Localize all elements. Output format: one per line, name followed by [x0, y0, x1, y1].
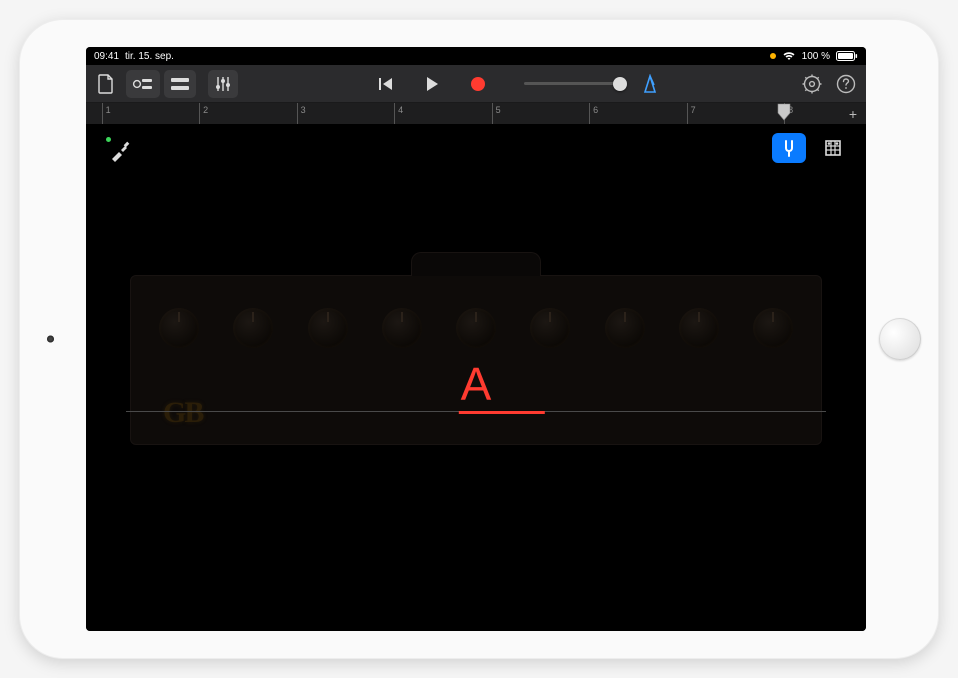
amp-logo: GB — [163, 396, 202, 430]
amp-knob[interactable] — [679, 308, 719, 348]
volume-thumb[interactable] — [613, 77, 627, 91]
browser-button[interactable] — [126, 70, 160, 98]
tuning-fork-icon — [779, 138, 799, 158]
ruler-bar: 5 — [492, 103, 501, 124]
tuner-pitch-indicator — [459, 411, 545, 414]
ruler-bar: 2 — [199, 103, 208, 124]
ruler-bar: 4 — [394, 103, 403, 124]
bar-number: 1 — [106, 105, 111, 115]
settings-button[interactable] — [798, 70, 826, 98]
wifi-icon — [782, 51, 796, 61]
input-monitoring-button[interactable] — [102, 133, 138, 169]
instrument-view: GB A — [86, 125, 866, 631]
rewind-icon — [378, 77, 394, 91]
bar-number: 3 — [301, 105, 306, 115]
tuner-detected-note: A — [461, 357, 492, 411]
amp-knob[interactable] — [753, 308, 793, 348]
tuner-tab[interactable] — [772, 133, 806, 163]
timeline-ruler[interactable]: 1 2 3 4 5 6 7 8 + — [86, 103, 866, 125]
playhead-marker[interactable] — [777, 103, 791, 117]
screen: 09:41 tir. 15. sep. 100 % — [86, 47, 866, 631]
document-icon — [97, 74, 115, 94]
ruler-bar: 3 — [297, 103, 306, 124]
status-date: tir. 15. sep. — [125, 51, 174, 62]
help-icon — [836, 74, 856, 94]
go-to-beginning-button[interactable] — [372, 70, 400, 98]
amp-knob[interactable] — [159, 308, 199, 348]
ipad-device-frame: 09:41 tir. 15. sep. 100 % — [19, 19, 939, 659]
amp-knob[interactable] — [233, 308, 273, 348]
my-songs-button[interactable] — [92, 70, 120, 98]
browser-icon — [132, 76, 154, 92]
mixer-icon — [214, 76, 232, 92]
amp-knob[interactable] — [605, 308, 645, 348]
bar-number: 5 — [496, 105, 501, 115]
amp-knob[interactable] — [382, 308, 422, 348]
chord-grid-icon — [823, 138, 843, 158]
ruler-bar: 7 — [687, 103, 696, 124]
amp-knob[interactable] — [308, 308, 348, 348]
metronome-button[interactable] — [636, 70, 664, 98]
record-icon — [471, 77, 485, 91]
help-button[interactable] — [832, 70, 860, 98]
ruler-bar: 6 — [589, 103, 598, 124]
battery-icon — [836, 51, 858, 61]
metronome-icon — [641, 74, 659, 94]
plus-label: + — [849, 106, 857, 122]
amp-knob[interactable] — [456, 308, 496, 348]
battery-percent: 100 % — [802, 51, 830, 62]
record-button[interactable] — [464, 70, 492, 98]
bar-number: 7 — [691, 105, 696, 115]
ruler-bar: 1 — [102, 103, 111, 124]
status-time: 09:41 — [94, 51, 119, 62]
status-bar: 09:41 tir. 15. sep. 100 % — [86, 47, 866, 65]
chord-tab[interactable] — [816, 133, 850, 163]
play-icon — [425, 76, 439, 92]
front-camera — [47, 336, 54, 343]
amp-handle — [411, 252, 541, 276]
bar-number: 6 — [593, 105, 598, 115]
input-active-indicator — [106, 137, 111, 142]
bar-number: 4 — [398, 105, 403, 115]
home-button[interactable] — [879, 318, 921, 360]
app-toolbar — [86, 65, 866, 103]
amp-knob[interactable] — [530, 308, 570, 348]
gear-icon — [802, 74, 822, 94]
play-button[interactable] — [418, 70, 446, 98]
location-indicator-icon — [770, 53, 776, 59]
track-controls-button[interactable] — [208, 70, 238, 98]
tracks-view-button[interactable] — [164, 70, 196, 98]
add-section-button[interactable]: + — [844, 105, 862, 123]
guitar-jack-icon — [107, 138, 133, 164]
master-volume-slider[interactable] — [524, 82, 620, 85]
transport-controls — [372, 70, 492, 98]
tracks-icon — [170, 77, 190, 91]
bar-number: 2 — [203, 105, 208, 115]
